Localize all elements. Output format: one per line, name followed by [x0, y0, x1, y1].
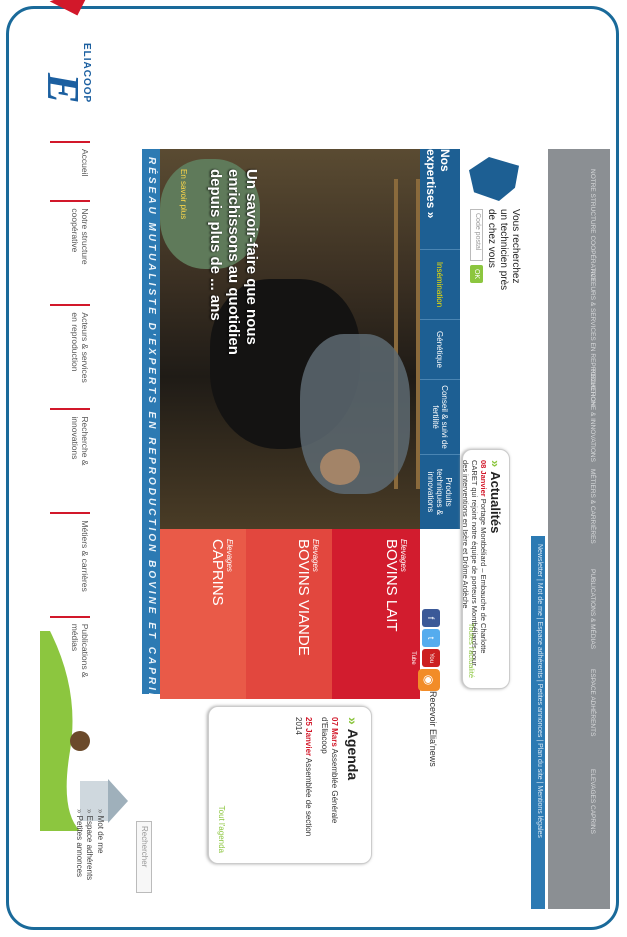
agenda-title: Agenda — [345, 728, 361, 781]
quick-link[interactable]: Petites annonces — [74, 809, 84, 880]
elevages-cards: Elevages BOVINS LAIT Elevages BOVINS VIA… — [160, 529, 420, 699]
technicien-text: Vous recherchez un technicien près de ch… — [486, 209, 521, 291]
eliacoop-logo[interactable]: ELIACOOP E — [38, 43, 98, 133]
footer-links[interactable]: Newsletter | Mot de me | Espace adhérent… — [531, 536, 545, 909]
card-bovins-lait[interactable]: Elevages BOVINS LAIT — [332, 529, 420, 699]
expertises-title: Nos expertises » — [424, 149, 452, 219]
hero-headline: Un savoir-faire que nous enrichissons au… — [207, 169, 260, 355]
tab-genetique[interactable]: Génétique — [420, 319, 460, 379]
quick-link[interactable]: Espace adhérents — [84, 809, 95, 881]
footer-col[interactable]: PUBLICATIONS & MÉDIAS — [588, 569, 596, 649]
tagline-banner: RÉSEAU MUTUALISTE D'EXPERTS EN REPRODUCT… — [142, 149, 160, 694]
footer-col[interactable]: NOTRE STRUCTURE COOPÉRATIVE — [588, 169, 596, 282]
card-bovins-viande[interactable]: Elevages BOVINS VIANDE — [246, 529, 332, 699]
rss-icon[interactable]: ◉ — [418, 669, 440, 691]
agenda-panel: » Agenda 07 Mars Assemblée Générale d'Eli… — [208, 706, 372, 864]
nav-structure[interactable]: Notre structure coopérative — [50, 200, 90, 281]
nav-metiers[interactable]: Métiers & carrières — [50, 512, 90, 592]
ok-button[interactable]: OK — [470, 265, 483, 283]
agenda-item[interactable]: 07 Mars Assemblée Générale d'Eliacoop — [319, 717, 339, 853]
newsletter-link[interactable]: Recevoir Elia'news — [428, 691, 438, 767]
nav-acteurs[interactable]: Acteurs & services en reproduction — [50, 304, 90, 385]
footer-col[interactable]: MÉTIERS & CARRIÈRES — [588, 469, 596, 544]
main-nav: Accueil Notre structure coopérative Acte… — [50, 141, 90, 696]
actualites-title: Actualités — [488, 471, 503, 534]
rotated-website: NOTRE STRUCTURE COOPÉRATIVE ACTEURS & SE… — [27, 31, 610, 909]
tab-produits[interactable]: Produits techniques & innovations — [420, 454, 460, 529]
facebook-icon[interactable]: f — [422, 609, 440, 627]
hero-image[interactable]: Un savoir-faire que nous enrichissons au… — [160, 149, 420, 529]
tab-conseil[interactable]: Conseil & suivi de fertilité — [420, 379, 460, 454]
screenshot-page: NOTRE STRUCTURE COOPÉRATIVE ACTEURS & SE… — [27, 31, 610, 909]
social-links: f t You Tube ◉ — [410, 609, 460, 709]
logo-e-icon: E — [38, 73, 89, 104]
map-pin-icon — [469, 157, 519, 201]
youtube-icon[interactable]: You Tube — [410, 649, 440, 667]
chevron-icon: » — [488, 460, 503, 468]
tab-insemination[interactable]: Insémination — [420, 249, 460, 319]
footer-col[interactable]: RECHERCHE & INNOVATIONS — [588, 369, 596, 462]
nav-accueil[interactable]: Accueil — [50, 141, 90, 177]
postal-code-input[interactable]: Code postal — [470, 209, 483, 261]
technicien-search: Vous recherchez un technicien près de ch… — [465, 149, 525, 294]
footer-sitemap: NOTRE STRUCTURE COOPÉRATIVE ACTEURS & SE… — [548, 149, 610, 909]
twitter-icon[interactable]: t — [422, 629, 440, 647]
agenda-item[interactable]: 25 Janvier Assemblée de section 2014 — [293, 717, 313, 853]
hero-more-link[interactable]: En savoir plus — [179, 169, 188, 219]
quick-link[interactable]: Mot de me — [95, 809, 105, 880]
card-caprins[interactable]: Elevages CAPRINS — [160, 529, 246, 699]
footer-col[interactable]: ESPACE ADHÉRENTS — [588, 669, 596, 736]
agenda-all-link[interactable]: Tout l'agenda — [217, 806, 226, 853]
actualites-all-link[interactable]: Toutes l'actualité — [467, 623, 476, 678]
actualites-panel: »Actualités 08 Janvier Portage Montbélia… — [461, 449, 510, 689]
footer-col[interactable]: ELEVAGES CAPRINS — [588, 769, 596, 834]
chevron-icon: » — [345, 717, 361, 725]
search-input[interactable]: Rechercher — [136, 821, 152, 893]
quick-links: Mot de me Espace adhérents Petites annon… — [74, 809, 105, 881]
page-frame: NOTRE STRUCTURE COOPÉRATIVE ACTEURS & SE… — [6, 6, 619, 930]
nav-recherche[interactable]: Recherche & innovations — [50, 408, 90, 489]
